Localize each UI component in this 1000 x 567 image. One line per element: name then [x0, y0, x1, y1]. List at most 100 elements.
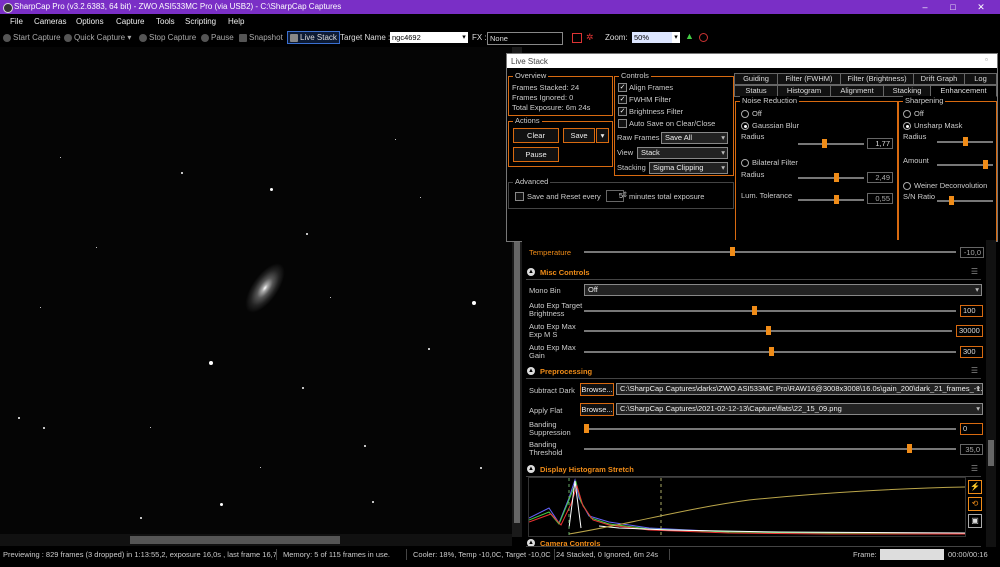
- control-panel-scrollbar[interactable]: [986, 240, 996, 547]
- maximize-button[interactable]: □: [940, 0, 966, 14]
- sharpen-off-radio[interactable]: [903, 110, 911, 118]
- menu-icon[interactable]: ☰: [971, 267, 978, 276]
- fx-select[interactable]: None: [487, 32, 563, 45]
- slider-knob[interactable]: [834, 173, 839, 182]
- live-stack-close-icon[interactable]: ▫: [985, 55, 988, 64]
- auto-exp-max-slider[interactable]: [584, 326, 952, 335]
- zoom-dropdown-arrow[interactable]: ▾: [672, 32, 680, 43]
- live-stack-button[interactable]: Live Stack: [287, 31, 340, 44]
- auto-exp-brightness-slider[interactable]: [584, 306, 956, 315]
- zoom-select[interactable]: 50%: [632, 32, 672, 43]
- tab-alignment[interactable]: Alignment: [830, 85, 884, 97]
- save-stretch-icon[interactable]: ▣: [968, 514, 982, 528]
- align-frames-checkbox[interactable]: ✓: [618, 83, 627, 92]
- snapshot-button[interactable]: Snapshot: [239, 33, 283, 42]
- weiner-deconvolution-radio[interactable]: [903, 182, 911, 190]
- brightness-filter-checkbox[interactable]: ✓: [618, 107, 627, 116]
- minutes-stepper[interactable]: ⇕: [622, 190, 628, 199]
- misc-controls-header[interactable]: ▲ Misc Controls ☰: [526, 267, 981, 280]
- gaussian-blur-radio[interactable]: [741, 122, 749, 130]
- slider-knob[interactable]: [907, 444, 912, 453]
- slider-knob[interactable]: [766, 326, 771, 335]
- start-capture-button[interactable]: Start Capture: [3, 33, 61, 42]
- noise-off-radio[interactable]: [741, 110, 749, 118]
- stop-icon[interactable]: [699, 33, 708, 42]
- view-select[interactable]: Stack: [637, 147, 728, 159]
- collapse-icon[interactable]: ▲: [527, 268, 535, 276]
- slider-knob[interactable]: [834, 195, 839, 204]
- collapse-icon[interactable]: ▲: [527, 539, 535, 546]
- menu-scripting[interactable]: Scripting: [185, 17, 216, 26]
- auto-exp-brightness-value[interactable]: 100: [960, 305, 983, 317]
- save-reset-checkbox[interactable]: [515, 192, 524, 201]
- scrollbar-thumb[interactable]: [988, 440, 994, 466]
- slider-knob[interactable]: [584, 424, 589, 433]
- menu-icon[interactable]: ☰: [971, 464, 978, 473]
- unsharp-mask-radio[interactable]: [903, 122, 911, 130]
- lum-tolerance-value[interactable]: 0,55: [867, 193, 893, 204]
- fwhm-filter-checkbox[interactable]: ✓: [618, 95, 627, 104]
- apply-flat-browse-button[interactable]: Browse...: [580, 403, 614, 416]
- slider-knob[interactable]: [963, 137, 968, 146]
- slider-knob[interactable]: [983, 160, 988, 169]
- preprocessing-header[interactable]: ▲ Preprocessing ☰: [526, 366, 981, 379]
- unsharp-amount-slider[interactable]: [937, 160, 993, 169]
- quick-capture-button[interactable]: Quick Capture ▾: [64, 33, 131, 42]
- camera-preview[interactable]: [0, 47, 512, 534]
- menu-capture[interactable]: Capture: [116, 17, 144, 26]
- stacking-select[interactable]: Sigma Clipping: [649, 162, 728, 174]
- banding-suppression-slider[interactable]: [584, 424, 956, 433]
- scrollbar-thumb[interactable]: [130, 536, 340, 544]
- bilateral-radius-slider[interactable]: [798, 173, 864, 182]
- raw-frames-select[interactable]: Save All: [661, 132, 728, 144]
- temperature-slider[interactable]: [584, 247, 956, 256]
- unsharp-radius-slider[interactable]: [937, 137, 993, 146]
- clear-button[interactable]: Clear: [513, 128, 559, 143]
- minimize-button[interactable]: –: [912, 0, 938, 14]
- target-name-dropdown-arrow[interactable]: ▾: [460, 32, 468, 43]
- auto-exp-gain-value[interactable]: 300: [960, 346, 983, 358]
- tab-filter-brightness[interactable]: Filter (Brightness): [840, 73, 914, 85]
- slider-knob[interactable]: [730, 247, 735, 256]
- stop-capture-button[interactable]: Stop Capture: [139, 33, 196, 42]
- bilateral-radius-value[interactable]: 2,49: [867, 172, 893, 183]
- menu-icon[interactable]: ☰: [971, 366, 978, 375]
- close-button[interactable]: ✕: [968, 0, 994, 14]
- banding-threshold-slider[interactable]: [584, 444, 956, 453]
- collapse-icon[interactable]: ▲: [527, 465, 535, 473]
- save-button[interactable]: Save: [563, 128, 595, 143]
- apply-flat-select[interactable]: C:\SharpCap Captures\2021-02-12-13\Captu…: [616, 403, 983, 415]
- slider-knob[interactable]: [752, 306, 757, 315]
- subtract-dark-select[interactable]: C:\SharpCap Captures\darks\ZWO ASI533MC …: [616, 383, 983, 395]
- tab-filter-fwhm[interactable]: Filter (FWHM): [777, 73, 841, 85]
- snr-slider[interactable]: [937, 196, 993, 205]
- subtract-dark-browse-button[interactable]: Browse...: [580, 383, 614, 396]
- tab-drift-graph[interactable]: Drift Graph: [913, 73, 965, 85]
- auto-save-checkbox[interactable]: [618, 119, 627, 128]
- mono-bin-select[interactable]: Off: [584, 284, 982, 296]
- reset-stretch-icon[interactable]: ⟲: [968, 497, 982, 511]
- target-name-input[interactable]: ngc4692: [390, 32, 460, 43]
- gaussian-radius-value[interactable]: 1,77: [867, 138, 893, 149]
- menu-options[interactable]: Options: [76, 17, 104, 26]
- display-histogram-header[interactable]: ▲ Display Histogram Stretch ☰: [526, 464, 981, 477]
- pause-button[interactable]: Pause: [201, 33, 234, 42]
- camera-controls-header[interactable]: ▲ Camera Controls: [526, 538, 981, 547]
- preview-horizontal-scrollbar[interactable]: [0, 534, 512, 546]
- banding-suppression-value[interactable]: 0: [960, 423, 983, 435]
- histogram-plot[interactable]: [528, 477, 966, 537]
- lum-tolerance-slider[interactable]: [798, 195, 864, 204]
- collapse-icon[interactable]: ▲: [527, 367, 535, 375]
- auto-exp-gain-slider[interactable]: [584, 347, 956, 356]
- menu-tools[interactable]: Tools: [156, 17, 175, 26]
- tab-guiding[interactable]: Guiding: [734, 73, 778, 85]
- slider-knob[interactable]: [822, 139, 827, 148]
- fx-reset-icon[interactable]: ✲: [586, 32, 594, 43]
- gaussian-radius-slider[interactable]: [798, 139, 864, 148]
- tab-log[interactable]: Log: [964, 73, 997, 85]
- histogram-icon[interactable]: ▲: [685, 31, 694, 41]
- slider-knob[interactable]: [949, 196, 954, 205]
- save-dropdown-button[interactable]: ▾: [596, 128, 609, 143]
- menu-file[interactable]: File: [10, 17, 23, 26]
- auto-exp-max-value[interactable]: 30000: [956, 325, 983, 337]
